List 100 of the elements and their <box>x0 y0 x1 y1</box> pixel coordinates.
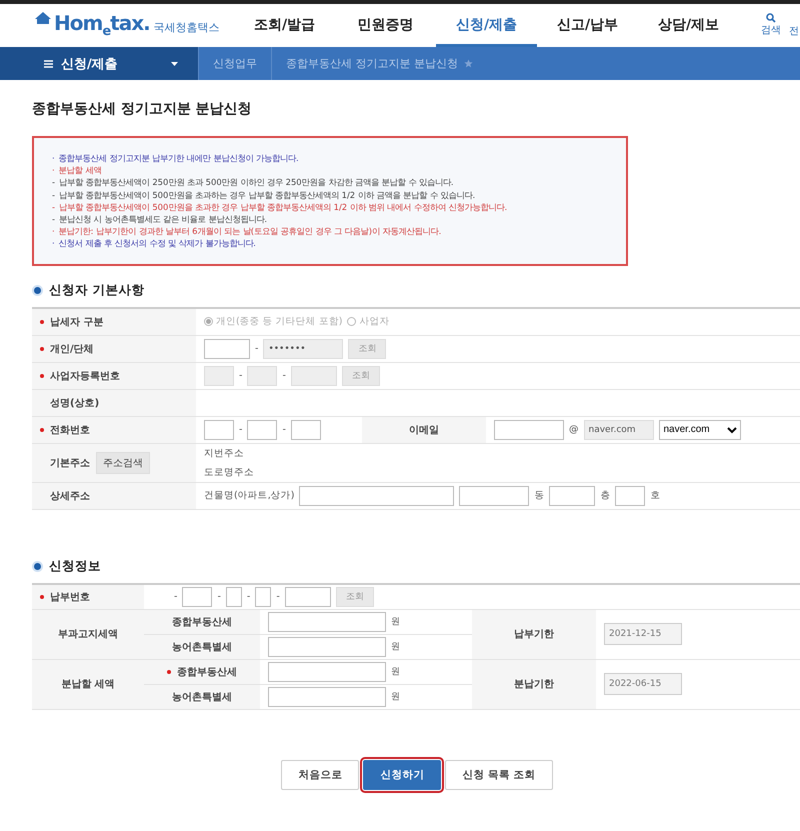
input-field[interactable] <box>182 586 212 607</box>
menu-icon <box>44 60 53 68</box>
group-label: 분납할 세액 <box>32 659 144 710</box>
unit-text: 원 <box>391 691 400 704</box>
field-text: 건물명(아파트,상가) <box>204 489 294 502</box>
field-text: - <box>282 370 286 382</box>
input-field[interactable] <box>268 686 386 707</box>
radio-button[interactable] <box>204 317 213 326</box>
house-icon <box>34 11 52 25</box>
field-label: 납부기한 <box>472 609 596 660</box>
field-label: 사업자등록번호 <box>32 362 196 390</box>
field-label: 분납기한 <box>472 659 596 710</box>
section-title: 신청정보 <box>49 558 101 575</box>
nav-tab[interactable]: 신고/납부 <box>537 4 638 46</box>
form-button[interactable]: 신청 목록 조회 <box>445 760 553 790</box>
bullet-mark: · <box>52 237 55 250</box>
section-icon <box>32 560 43 572</box>
input-field[interactable] <box>255 586 272 607</box>
notice-text: 납부할 종합부동산세액이 250만원 초과 500만원 이하인 경우 250만원을 차감한 금액을 분납할 수 있습니다. <box>59 176 454 189</box>
field-label: 종합부동산세 <box>144 609 260 634</box>
form-button[interactable]: 처음으로 <box>281 760 360 790</box>
field-label: 성명(상호) <box>32 389 196 416</box>
field-text: 동 <box>534 489 544 502</box>
input-field[interactable] <box>247 420 278 440</box>
notice-text: 납부할 종합부동산세액이 500만원을 초과한 경우 납부할 종합부동산세액의 1/2 이하 범위 내에서 수정하여 신청가능합니다. <box>59 200 508 214</box>
input-field[interactable] <box>268 612 386 632</box>
field-text: - <box>239 370 242 382</box>
bullet-mark: · <box>52 152 55 164</box>
field-text: 층 <box>600 489 610 502</box>
field-text: - <box>282 424 286 436</box>
address-search-button[interactable]: 주소검색 <box>96 452 150 474</box>
radio-label: 개인(종중 등 기타단체 포함) <box>216 315 342 328</box>
field-label: 기본주소 주소검색 <box>32 443 196 482</box>
unit-text: 원 <box>391 641 400 654</box>
address-text: 지번주소 <box>204 446 245 460</box>
input-field[interactable] <box>615 486 646 506</box>
field-text: @ <box>569 424 578 436</box>
radio-button[interactable] <box>347 317 356 326</box>
notice-text: 신청서 제출 후 신청서의 수정 및 삭제가 불가능합니다. <box>58 237 256 250</box>
bullet-mark: · <box>52 225 55 238</box>
bullet-mark: - <box>52 200 56 214</box>
bullet-mark: - <box>52 213 56 226</box>
unit-text: 원 <box>391 616 400 628</box>
input-field[interactable] <box>299 486 454 506</box>
search-icon[interactable] <box>766 13 776 23</box>
bullet-mark: · <box>52 164 55 176</box>
section-title: 신청자 기본사항 <box>49 282 144 299</box>
notice-text: 종합부동산세 정기고지분 납부기한 내에만 분납신청이 가능합니다. <box>58 152 299 164</box>
caret-icon <box>171 62 178 66</box>
menu-label[interactable]: 전 <box>789 24 799 38</box>
menu-dropdown[interactable]: 신청/제출 <box>0 47 198 80</box>
input-field[interactable] <box>494 420 564 440</box>
input-field[interactable] <box>290 420 321 440</box>
field-label: 납세자 구분 <box>32 308 196 336</box>
field-text: 호 <box>650 489 660 502</box>
field-label: 종합부동산세 <box>144 659 260 684</box>
page-title: 종합부동산세 정기고지분 분납신청 <box>32 100 253 118</box>
nav-tab[interactable]: 조회/발급 <box>234 4 335 46</box>
input-field[interactable] <box>284 586 331 607</box>
input-field[interactable] <box>268 636 386 657</box>
input-field[interactable] <box>204 420 234 440</box>
logo-subtitle: 국세청홈택스 <box>154 20 220 36</box>
field-label: 농어촌특별세 <box>144 634 260 660</box>
field-text: - <box>239 424 242 436</box>
field-label: 농어촌특별세 <box>144 684 260 710</box>
field-label: 전화번호 <box>32 416 196 444</box>
logo-text[interactable]: Hom$_{e}$tax. <box>54 11 150 39</box>
date-field[interactable]: 2022-06-15 <box>604 673 682 696</box>
notice-text: 납부할 종합부동산세액이 500만원을 초과하는 경우 납부할 종합부동산세액의 1/2 이하 금액을 분납할 수 있습니다. <box>59 188 476 201</box>
bullet-mark: - <box>52 188 56 201</box>
field-text: - <box>246 591 250 602</box>
input-field[interactable] <box>549 486 596 506</box>
domain-select[interactable]: naver.com <box>658 420 740 440</box>
date-field[interactable]: 2021-12-15 <box>604 623 682 646</box>
field-label: 이메일 <box>362 416 486 444</box>
notice-text: 분납할 세액 <box>58 164 102 176</box>
radio-label: 사업자 <box>359 315 390 328</box>
field-label: 상세주소 <box>32 482 196 510</box>
field-text: - <box>217 591 221 602</box>
group-label: 부과고지세액 <box>32 609 144 660</box>
star-icon[interactable] <box>464 59 473 68</box>
input-field[interactable] <box>226 586 242 607</box>
field-text: - <box>255 343 258 354</box>
search-label[interactable]: 검색 <box>761 23 781 37</box>
section-icon <box>32 284 43 296</box>
input-field[interactable] <box>204 338 250 359</box>
notice-text: 분납기한: 납부기한이 경과한 날부터 6개월이 되는 날(토요일 공휴일인 경우 그 다음날)이 자동계산됩니다. <box>58 225 442 238</box>
notice-text: 분납신청 시 농어촌특별세도 같은 비율로 분납신청됩니다. <box>59 213 268 226</box>
nav-tab[interactable]: 상담/제보 <box>638 4 739 46</box>
nav-tab[interactable]: 민원증명 <box>335 4 436 46</box>
input-field[interactable] <box>459 486 530 506</box>
address-text: 도로명주소 <box>204 466 254 479</box>
field-label: 개인/단체 <box>32 335 196 362</box>
field-label: 납부번호 <box>32 584 144 610</box>
unit-text: 원 <box>391 666 400 678</box>
input-field[interactable] <box>268 662 386 682</box>
breadcrumb-link[interactable]: 종합부동산세 정기고지분 분납신청 <box>286 56 458 71</box>
form-button[interactable]: 신청하기 <box>363 760 442 790</box>
field-text: - <box>276 591 280 602</box>
breadcrumb-link[interactable]: 신청업무 <box>213 56 257 71</box>
